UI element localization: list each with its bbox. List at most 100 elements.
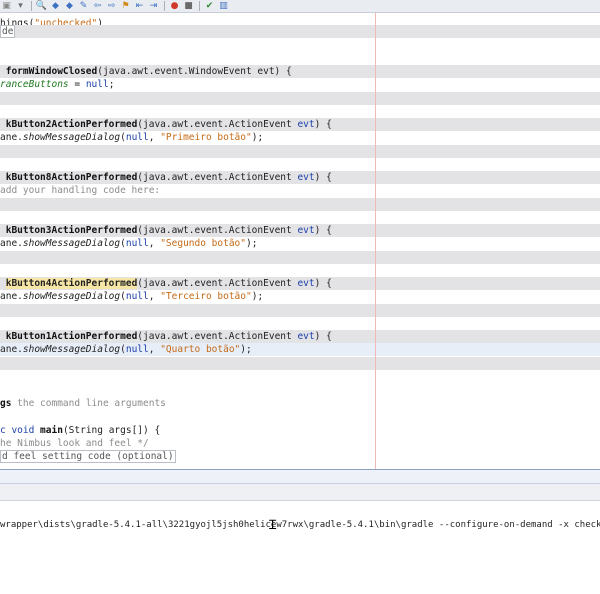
- code-line[interactable]: kButton8ActionPerformed(java.awt.event.A…: [0, 171, 600, 184]
- code-token: ,: [148, 238, 161, 249]
- search-icon[interactable]: 🔍: [35, 1, 48, 12]
- code-line[interactable]: ane.showMessageDialog(null, "Quarto botã…: [0, 343, 600, 356]
- code-token: (java.awt.event.ActionEvent: [137, 331, 298, 342]
- code-token: add your handling code here:: [0, 185, 161, 196]
- code-line[interactable]: he Nimbus look and feel */: [0, 437, 600, 450]
- code-token: =: [68, 79, 86, 90]
- shift-left-icon[interactable]: ⇤: [133, 1, 146, 12]
- next-bookmark-icon[interactable]: ⇨: [105, 1, 118, 12]
- start-macro-icon[interactable]: ●: [168, 1, 181, 12]
- next-occurrence-icon[interactable]: ◆: [63, 1, 76, 12]
- code-token: ane.: [0, 238, 23, 249]
- toggle-highlight-icon[interactable]: ✎: [77, 1, 90, 12]
- output-panel-header: [0, 484, 600, 501]
- previous-occurrence-icon[interactable]: ◆: [49, 1, 62, 12]
- code-token: "Primeiro botão": [160, 132, 252, 143]
- code-editor[interactable]: hings("unchecked") de formWindowClosed(ja…: [0, 13, 600, 469]
- code-token: d feel setting code (optional): [0, 450, 176, 463]
- code-token: null: [125, 291, 149, 302]
- code-line[interactable]: add your handling code here:: [0, 184, 600, 197]
- code-line[interactable]: [0, 145, 600, 158]
- text-cursor-icon: Ɪ: [269, 518, 277, 533]
- code-token: null: [125, 344, 149, 355]
- code-line[interactable]: [0, 198, 600, 211]
- code-token: the command line arguments: [11, 398, 166, 409]
- editor-toolbar: ▣ ▾ 🔍 ◆ ◆ ✎ ⇦ ⇨ ⚑ ⇤ ⇥ ● ■ ✔ ▥: [0, 0, 600, 13]
- code-token: c void: [0, 425, 41, 436]
- code-token: formWindowClosed: [5, 66, 98, 77]
- code-token: ,: [148, 132, 161, 143]
- code-token: ) {: [314, 225, 332, 236]
- code-token: kButton3ActionPerformed: [5, 225, 138, 236]
- code-line[interactable]: kButton2ActionPerformed(java.awt.event.A…: [0, 118, 600, 131]
- code-line[interactable]: formWindowClosed(java.awt.event.WindowEv…: [0, 65, 600, 78]
- code-token: (java.awt.event.ActionEvent: [137, 119, 298, 130]
- code-line[interactable]: [0, 304, 600, 317]
- code-token: );: [251, 291, 264, 302]
- code-line[interactable]: ane.showMessageDialog(null, "Primeiro bo…: [0, 131, 600, 144]
- code-line[interactable]: kButton4ActionPerformed(java.awt.event.A…: [0, 277, 600, 290]
- toolbar-separator: [164, 1, 165, 11]
- code-token: evt: [297, 119, 315, 130]
- code-token: ;: [108, 79, 115, 90]
- code-line[interactable]: kButton1ActionPerformed(java.awt.event.A…: [0, 330, 600, 343]
- dropdown-icon[interactable]: ▾: [14, 1, 27, 12]
- code-line[interactable]: [0, 251, 600, 264]
- code-token: ,: [148, 344, 161, 355]
- code-token: );: [240, 344, 252, 355]
- code-line[interactable]: d feel setting code (optional): [0, 450, 600, 463]
- code-line[interactable]: ane.showMessageDialog(null, "Terceiro bo…: [0, 290, 600, 303]
- code-token: ranceButtons: [0, 79, 69, 90]
- code-token: showMessageDialog: [22, 132, 121, 143]
- toggle-bookmark-icon[interactable]: ⚑: [119, 1, 132, 12]
- code-token: kButton8ActionPerformed: [5, 172, 138, 183]
- toolbar-separator: [199, 1, 200, 11]
- code-token: main: [40, 425, 63, 436]
- code-token: gs: [0, 398, 12, 409]
- code-line[interactable]: [0, 92, 600, 105]
- code-token: evt: [297, 172, 315, 183]
- code-line[interactable]: c void main(String args[]) {: [0, 424, 600, 437]
- stop-build-icon[interactable]: ▣: [0, 1, 13, 12]
- uncomment-icon[interactable]: ▥: [217, 1, 230, 12]
- code-line[interactable]: ranceButtons = null;: [0, 78, 600, 91]
- code-token: showMessageDialog: [22, 291, 121, 302]
- code-line[interactable]: kButton3ActionPerformed(java.awt.event.A…: [0, 224, 600, 237]
- code-token: ane.: [0, 344, 23, 355]
- code-token: (java.awt.event.ActionEvent: [137, 278, 298, 289]
- output-panel[interactable]: wrapper\dists\gradle-5.4.1-all\3221gyojl…: [0, 501, 600, 594]
- code-token: (java.awt.event.ActionEvent: [137, 225, 298, 236]
- code-line[interactable]: [0, 357, 600, 370]
- shift-right-icon[interactable]: ⇥: [147, 1, 160, 12]
- code-token: );: [251, 132, 264, 143]
- stop-macro-icon[interactable]: ■: [182, 1, 195, 12]
- output-command-line: wrapper\dists\gradle-5.4.1-all\3221gyojl…: [0, 520, 600, 530]
- code-token: );: [246, 238, 258, 249]
- code-token: "Terceiro botão": [160, 291, 252, 302]
- code-token: evt: [297, 225, 315, 236]
- code-token: showMessageDialog: [22, 344, 121, 355]
- code-token: ) {: [314, 331, 332, 342]
- code-token: "Quarto botão": [160, 344, 241, 355]
- code-token: ) {: [314, 119, 332, 130]
- code-line[interactable]: gs the command line arguments: [0, 397, 600, 410]
- right-margin-guide: [375, 13, 376, 469]
- comment-icon[interactable]: ✔: [203, 1, 216, 12]
- panel-splitter[interactable]: [0, 469, 600, 484]
- code-line[interactable]: de: [0, 25, 600, 38]
- code-token: ) {: [314, 172, 332, 183]
- code-token: ane.: [0, 132, 23, 143]
- code-token: kButton1ActionPerformed: [5, 331, 138, 342]
- code-line[interactable]: ane.showMessageDialog(null, "Segundo bot…: [0, 237, 600, 250]
- code-token: ) {: [314, 278, 332, 289]
- previous-bookmark-icon[interactable]: ⇦: [91, 1, 104, 12]
- code-token: kButton4ActionPerformed: [5, 278, 138, 289]
- code-token: kButton2ActionPerformed: [5, 119, 138, 130]
- code-token: null: [85, 79, 109, 90]
- code-token: he Nimbus look and feel */: [0, 438, 149, 449]
- code-token: null: [125, 238, 149, 249]
- code-token: ,: [148, 291, 161, 302]
- code-token: "Segundo botão": [160, 238, 246, 249]
- code-token: evt: [297, 331, 315, 342]
